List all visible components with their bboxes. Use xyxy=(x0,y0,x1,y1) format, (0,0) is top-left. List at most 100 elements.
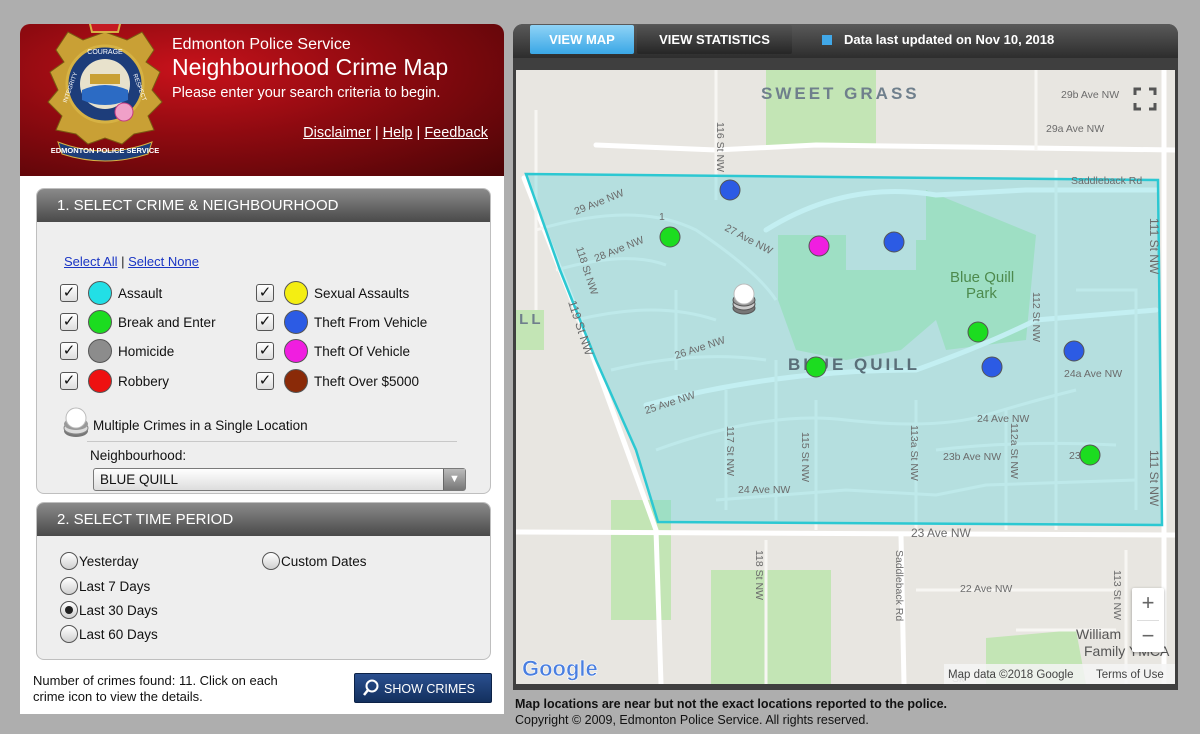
street-label: 1 xyxy=(659,211,665,223)
crime-color-dot xyxy=(284,281,308,305)
radio-label: Last 7 Days xyxy=(79,579,151,594)
park-area xyxy=(766,70,876,145)
crime-marker-theft-from-vehicle[interactable] xyxy=(883,231,905,253)
zoom-controls: + − xyxy=(1132,588,1164,652)
park-area xyxy=(711,570,831,684)
map-canvas[interactable]: SWEET GRASS BLUE QUILL Blue Quill Park I… xyxy=(516,70,1175,684)
street-label: 24 Ave NW xyxy=(977,413,1029,425)
fullscreen-button[interactable] xyxy=(1130,84,1160,114)
crime-marker-theft-from-vehicle[interactable] xyxy=(719,179,741,201)
tab-view-map[interactable]: VIEW MAP xyxy=(530,25,634,54)
street-label: Saddleback Rd xyxy=(893,550,905,621)
street-label: Saddleback Rd xyxy=(1071,175,1142,187)
select-all-link[interactable]: Select All xyxy=(64,254,117,269)
street-label: 116 St NW xyxy=(714,122,726,172)
map-panel: VIEW MAP VIEW STATISTICS Data last updat… xyxy=(513,24,1178,690)
crime-label: Robbery xyxy=(118,374,170,389)
crime-marker-theft-from-vehicle[interactable] xyxy=(1063,340,1085,362)
checkbox-checked-icon[interactable]: ✓ xyxy=(60,342,78,360)
radio-label: Yesterday xyxy=(79,554,139,569)
crime-marker-break-and-enter[interactable] xyxy=(659,226,681,248)
crime-marker-theft-of-vehicle[interactable] xyxy=(808,235,830,257)
map-data-attribution: Map data ©2018 Google xyxy=(948,669,1073,681)
update-indicator-icon xyxy=(822,35,832,45)
park-label-line2: Park xyxy=(966,285,997,302)
checkbox-checked-icon[interactable]: ✓ xyxy=(256,372,274,390)
select-none-link[interactable]: Select None xyxy=(128,254,199,269)
crime-marker-break-and-enter[interactable] xyxy=(1079,444,1101,466)
ymca-label-line1: William xyxy=(1076,626,1121,642)
crime-color-dot xyxy=(88,339,112,363)
street-label: 113a St NW xyxy=(908,425,920,481)
radio-label: Custom Dates xyxy=(281,554,367,569)
tab-bar: VIEW MAP VIEW STATISTICS Data last updat… xyxy=(513,24,1178,58)
checkbox-checked-icon[interactable]: ✓ xyxy=(60,313,78,331)
crest-top-text: COURAGE xyxy=(87,49,123,56)
crime-map[interactable]: SWEET GRASS BLUE QUILL Blue Quill Park I… xyxy=(516,70,1175,684)
area-label-west: ILL xyxy=(516,311,544,328)
street-label: 22 Ave NW xyxy=(960,583,1012,595)
section-heading: 2. SELECT TIME PERIOD xyxy=(37,503,490,536)
crime-label: Theft Over $5000 xyxy=(314,374,420,389)
header-links: Disclaimer | Help | Feedback xyxy=(303,125,488,141)
checkbox-checked-icon[interactable]: ✓ xyxy=(60,284,78,302)
checkbox-checked-icon[interactable]: ✓ xyxy=(256,313,274,331)
org-name: Edmonton Police Service xyxy=(172,36,351,53)
disclaimer-link[interactable]: Disclaimer xyxy=(303,125,371,141)
radio-button-icon[interactable] xyxy=(60,552,78,570)
crime-neighbourhood-section: 1. SELECT CRIME & NEIGHBOURHOOD Select A… xyxy=(36,188,491,494)
crime-marker-break-and-enter[interactable] xyxy=(805,356,827,378)
neighbourhood-label: Neighbourhood: xyxy=(90,448,187,463)
location-notice: Map locations are near but not the exact… xyxy=(515,697,948,711)
link-separator: | xyxy=(121,254,125,269)
park-label-line1: Blue Quill xyxy=(950,269,1014,286)
street-label: 111 St NW xyxy=(1147,450,1161,507)
street-label: 111 St NW xyxy=(1147,218,1161,275)
search-prompt: Please enter your search criteria to beg… xyxy=(172,85,441,101)
crime-label: Assault xyxy=(118,286,163,301)
radio-button-icon[interactable] xyxy=(262,552,280,570)
neighbourhood-select[interactable]: BLUE QUILL ▼ xyxy=(93,468,466,491)
dropdown-arrow-icon[interactable]: ▼ xyxy=(443,469,465,490)
radio-button-icon[interactable] xyxy=(60,625,78,643)
header-banner: EDMONTON POLICE SERVICE COURAGE INTEGRIT… xyxy=(20,24,504,176)
time-period-section: 2. SELECT TIME PERIOD Yesterday Last 7 D… xyxy=(36,502,491,660)
radio-selected-icon[interactable] xyxy=(60,601,78,619)
checkbox-checked-icon[interactable]: ✓ xyxy=(256,342,274,360)
select-links: Select All | Select None xyxy=(64,254,199,269)
crest-banner-text: EDMONTON POLICE SERVICE xyxy=(51,146,160,155)
street-label: 112 St NW xyxy=(1030,292,1042,342)
neighbourhood-value: BLUE QUILL xyxy=(100,472,179,487)
street-label: 29b Ave NW xyxy=(1061,89,1119,101)
crime-color-dot xyxy=(88,369,112,393)
crime-color-dot xyxy=(88,310,112,334)
street-label: 112a St NW xyxy=(1008,423,1020,479)
tab-view-statistics[interactable]: VIEW STATISTICS xyxy=(637,25,792,54)
feedback-link[interactable]: Feedback xyxy=(424,125,488,141)
crime-label: Theft From Vehicle xyxy=(314,315,428,330)
crime-label: Sexual Assaults xyxy=(314,286,410,301)
terms-of-use-link[interactable]: Terms of Use xyxy=(1096,669,1164,681)
street-label: 115 St NW xyxy=(799,432,811,482)
crime-label: Homicide xyxy=(118,344,175,359)
area-label-sweet-grass: SWEET GRASS xyxy=(761,84,920,103)
help-link[interactable]: Help xyxy=(383,125,413,141)
road xyxy=(516,529,1175,538)
copyright-text: Copyright © 2009, Edmonton Police Servic… xyxy=(515,713,869,727)
crime-marker-theft-from-vehicle[interactable] xyxy=(981,356,1003,378)
divider xyxy=(87,441,457,442)
zoom-in-button[interactable]: + xyxy=(1132,588,1164,619)
crime-marker-break-and-enter[interactable] xyxy=(967,321,989,343)
radio-label: Last 60 Days xyxy=(79,627,158,642)
search-icon xyxy=(363,679,379,696)
crime-label: Break and Enter xyxy=(118,315,216,330)
radio-button-icon[interactable] xyxy=(60,577,78,595)
checkbox-checked-icon[interactable]: ✓ xyxy=(256,284,274,302)
zoom-out-button[interactable]: − xyxy=(1132,621,1164,652)
search-form: 1. SELECT CRIME & NEIGHBOURHOOD Select A… xyxy=(20,176,504,714)
checkbox-checked-icon[interactable]: ✓ xyxy=(60,372,78,390)
google-logo: Google xyxy=(522,656,598,681)
multiple-crimes-marker[interactable] xyxy=(732,283,756,315)
street-label: 24 Ave NW xyxy=(738,484,790,496)
show-crimes-button[interactable]: SHOW CRIMES xyxy=(354,673,492,703)
